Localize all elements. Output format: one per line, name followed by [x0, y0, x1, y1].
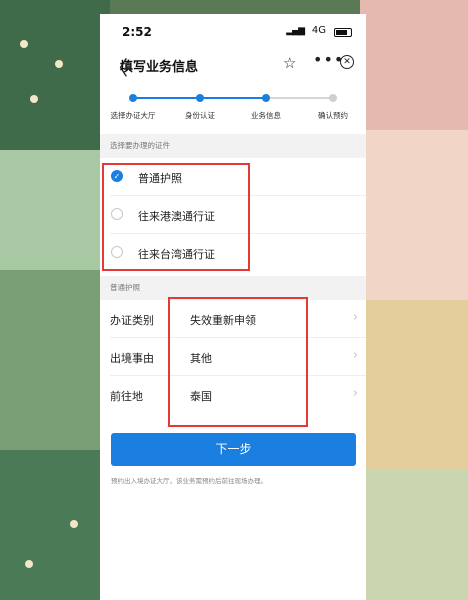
network-label: 4G [311, 25, 326, 36]
option-label: 往来台湾通行证 [138, 248, 215, 261]
chevron-right-icon: › [352, 386, 358, 401]
progress-steps: 选择办证大厅 身份认证 业务信息 确认预约 [100, 92, 366, 132]
field-value: 泰国 [190, 390, 212, 403]
background-block [360, 300, 468, 470]
background-dot [55, 60, 63, 68]
step-node [329, 94, 337, 102]
phone-screen: 2:52 ▂▄▆ 4G 〈 填写业务信息 ☆ ••• ✕ 选择办证大厅 身份认证… [100, 14, 366, 600]
field-row-category[interactable]: 办证类别 失效重新申领 › [100, 300, 366, 338]
field-row-destination[interactable]: 前往地 泰国 › [100, 376, 366, 414]
battery-icon [334, 28, 352, 37]
background-block [0, 270, 100, 450]
step-label: 业务信息 [251, 111, 281, 120]
signal-icon: ▂▄▆ [286, 26, 305, 36]
star-icon[interactable]: ☆ [283, 54, 296, 72]
status-bar: 2:52 ▂▄▆ 4G [100, 14, 366, 50]
doc-option-taiwan[interactable]: 往来台湾通行证 [100, 234, 366, 272]
background-dot [30, 95, 38, 103]
background-dot [20, 40, 28, 48]
radio-icon [111, 208, 123, 220]
nav-bar: 〈 填写业务信息 ☆ ••• ✕ [100, 50, 366, 82]
doc-option-passport[interactable]: ✓ 普通护照 [100, 158, 366, 196]
section-header-passport: 普通护照 [100, 276, 366, 300]
step-node [129, 94, 137, 102]
step-node [262, 94, 270, 102]
field-value: 其他 [190, 352, 212, 365]
checked-icon: ✓ [111, 170, 123, 182]
field-key: 出境事由 [110, 352, 154, 365]
background-block [360, 470, 468, 600]
option-label: 往来港澳通行证 [138, 210, 215, 223]
step-label: 确认预约 [318, 111, 348, 120]
background-dot [70, 520, 78, 528]
step-label: 身份认证 [185, 111, 215, 120]
chevron-right-icon: › [352, 310, 358, 325]
field-key: 前往地 [110, 390, 143, 403]
page-title: 填写业务信息 [120, 60, 199, 75]
background-block [0, 450, 100, 600]
doc-option-hk-macau[interactable]: 往来港澳通行证 [100, 196, 366, 234]
step-label: 选择办证大厅 [110, 111, 156, 120]
progress-line-remaining [266, 97, 333, 99]
background-block [0, 150, 100, 270]
section-header-documents: 选择要办理的证件 [100, 134, 366, 158]
chevron-right-icon: › [352, 348, 358, 363]
close-icon[interactable]: ✕ [340, 55, 354, 69]
footnote: 预约出入境办证大厅，该业务需预约后前往现场办理。 [111, 477, 267, 485]
field-key: 办证类别 [110, 314, 154, 327]
background-block [360, 130, 468, 300]
field-value: 失效重新申领 [190, 314, 256, 327]
next-step-button[interactable]: 下一步 [111, 433, 356, 466]
option-label: 普通护照 [138, 172, 182, 185]
field-row-reason[interactable]: 出境事由 其他 › [100, 338, 366, 376]
radio-icon [111, 246, 123, 258]
step-node [196, 94, 204, 102]
background-block [360, 0, 468, 130]
background-dot [25, 560, 33, 568]
status-time: 2:52 [122, 25, 152, 39]
background-block [0, 0, 110, 150]
